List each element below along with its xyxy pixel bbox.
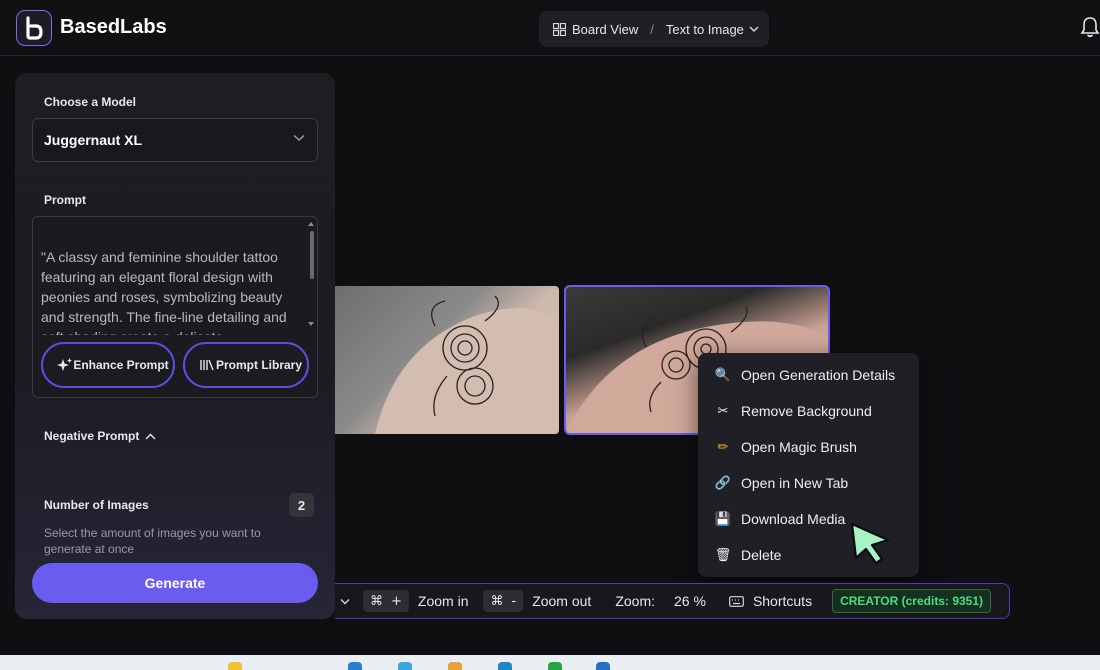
menu-item-label: Open Magic Brush <box>741 439 857 455</box>
zoom-label: Zoom: <box>615 593 656 609</box>
num-images-help: Select the amount of images you want to … <box>44 526 261 556</box>
scissors-icon: ✂ <box>717 403 729 418</box>
taskbar-app-icon[interactable] <box>228 662 242 670</box>
menu-item-label: Open in New Tab <box>741 475 849 491</box>
menu-item-open-generation-details[interactable]: 🔍 Open Generation Details <box>698 357 919 393</box>
menu-item-label: Delete <box>741 547 782 563</box>
os-taskbar <box>0 655 1100 670</box>
prompt-label: Prompt <box>44 193 86 207</box>
canvas-toolbar: ⌘ + Zoom in ⌘ - Zoom out Zoom: 26 % Shor… <box>335 583 1010 619</box>
app-logo[interactable] <box>16 10 52 46</box>
taskbar-app-icon[interactable] <box>548 662 562 670</box>
board-view-link[interactable]: Board View <box>572 22 638 37</box>
command-key-icon: ⌘ <box>490 593 504 609</box>
model-select[interactable]: Juggernaut XL <box>32 118 318 162</box>
command-key-icon: ⌘ <box>370 593 383 609</box>
top-header: BasedLabs Board View / Text to Image <box>0 0 1100 56</box>
generate-button[interactable]: Generate <box>32 563 318 603</box>
chevron-down-icon <box>749 26 759 32</box>
floppy-disk-icon: 💾 <box>714 511 732 526</box>
scroll-down-icon[interactable] <box>307 321 315 327</box>
prompt-library-button[interactable]: Prompt Library <box>183 342 309 388</box>
shortcuts-button[interactable]: Shortcuts <box>753 593 812 609</box>
link-icon: 🔗 <box>714 475 732 490</box>
pencil-icon: ✏ <box>717 439 729 454</box>
notification-bell-icon[interactable] <box>1080 16 1100 38</box>
app-title: BasedLabs <box>60 16 167 38</box>
taskbar-app-icon[interactable] <box>448 662 462 670</box>
keyboard-icon <box>729 595 744 607</box>
chevron-up-icon <box>145 433 156 439</box>
view-breadcrumb[interactable]: Board View / Text to Image <box>539 11 769 47</box>
sparkle-icon <box>57 358 72 371</box>
taskbar-app-icon[interactable] <box>348 662 362 670</box>
logo-icon <box>26 16 43 40</box>
zoom-out-shortcut[interactable]: ⌘ - <box>483 590 524 612</box>
trash-icon: 🗑 <box>714 547 732 562</box>
taskbar-app-icon[interactable] <box>498 662 512 670</box>
mode-dropdown[interactable]: Text to Image <box>666 22 744 37</box>
generation-panel: Choose a Model Juggernaut XL Prompt "A c… <box>15 73 335 619</box>
negative-prompt-toggle[interactable]: Negative Prompt <box>44 429 156 443</box>
credits-badge: CREATOR (credits: 9351) <box>832 589 992 613</box>
negative-prompt-label: Negative Prompt <box>44 429 140 443</box>
tattoo-image-1 <box>375 295 559 434</box>
menu-item-open-magic-brush[interactable]: ✏ Open Magic Brush <box>698 429 919 465</box>
zoom-value[interactable]: 26 % <box>674 593 706 609</box>
chevron-down-icon <box>293 134 305 142</box>
prompt-textarea[interactable]: "A classy and feminine shoulder tattoo f… <box>32 216 318 398</box>
zoom-out-label[interactable]: Zoom out <box>532 593 591 609</box>
breadcrumb-separator: / <box>650 21 654 37</box>
mouse-pointer-icon <box>850 522 890 565</box>
prompt-scrollbar[interactable] <box>310 231 314 279</box>
scroll-up-icon[interactable] <box>307 221 315 227</box>
menu-item-label: Download Media <box>741 511 846 527</box>
menu-item-label: Open Generation Details <box>741 367 896 383</box>
taskbar-app-icon[interactable] <box>596 662 610 670</box>
grid-icon <box>553 22 566 36</box>
library-icon <box>200 359 214 371</box>
minus-key: - <box>511 593 517 609</box>
chevron-down-icon[interactable] <box>340 598 350 605</box>
menu-item-remove-background[interactable]: ✂ Remove Background <box>698 393 919 429</box>
prompt-text[interactable]: "A classy and feminine shoulder tattoo f… <box>41 247 303 335</box>
zoom-in-shortcut[interactable]: ⌘ + <box>363 590 409 612</box>
generated-image-1[interactable] <box>335 286 559 434</box>
magnifier-icon: 🔍 <box>714 367 732 382</box>
plus-key: + <box>391 593 402 609</box>
num-images-label: Number of Images <box>44 498 149 512</box>
zoom-in-label[interactable]: Zoom in <box>418 593 469 609</box>
menu-item-label: Remove Background <box>741 403 872 419</box>
taskbar-app-icon[interactable] <box>398 662 412 670</box>
menu-item-open-in-new-tab[interactable]: 🔗 Open in New Tab <box>698 465 919 501</box>
model-value: Juggernaut XL <box>44 132 143 148</box>
model-label: Choose a Model <box>44 95 137 109</box>
enhance-prompt-button[interactable]: Enhance Prompt <box>41 342 175 388</box>
num-images-value[interactable]: 2 <box>289 493 314 517</box>
